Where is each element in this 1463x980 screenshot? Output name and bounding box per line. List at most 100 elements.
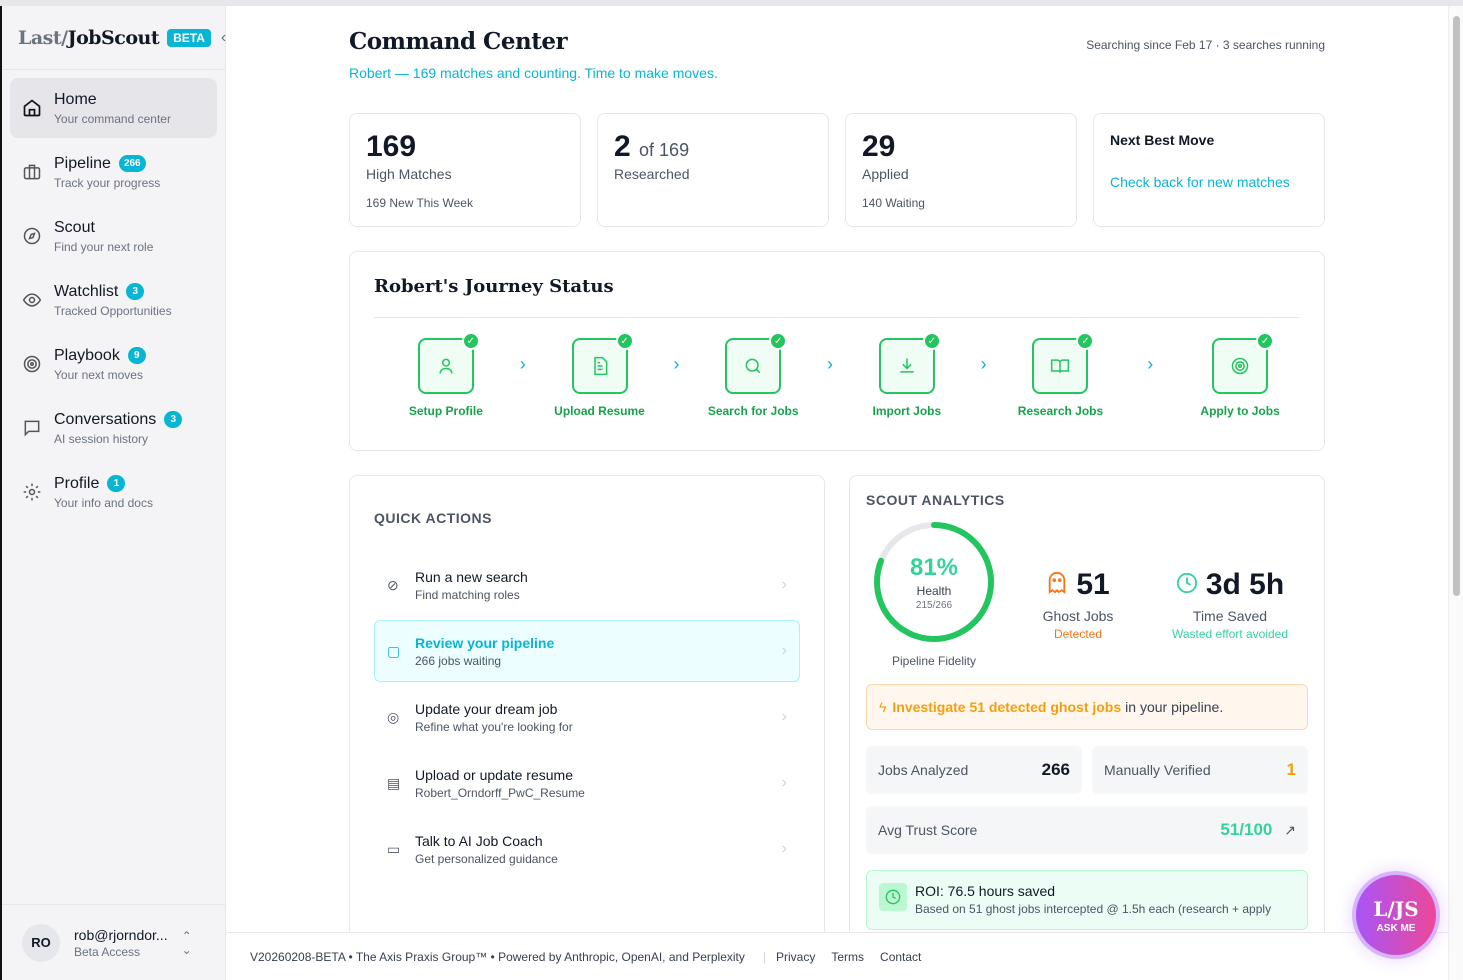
sidebar-item-conversations[interactable]: Conversations3AI session history — [10, 398, 217, 458]
quick-action-item[interactable]: ▢Review your pipeline266 jobs waiting› — [374, 620, 800, 682]
contact-link[interactable]: Contact — [880, 950, 921, 964]
sidebar-item-profile[interactable]: Profile1Your info and docs — [10, 462, 217, 522]
book-icon — [1050, 356, 1070, 376]
nav-title: Conversations — [54, 411, 156, 429]
journey-step[interactable]: ✓Research Jobs — [1001, 338, 1121, 418]
chevron-updown-icon: ⌃⌄ — [182, 929, 192, 957]
time-saved-metric: 3d 5h Time Saved Wasted effort avoided — [1154, 568, 1306, 641]
roi-title: ROI: 76.5 hours saved — [915, 883, 1271, 899]
search-status: Searching since Feb 17 · 3 searches runn… — [1086, 38, 1325, 52]
nav-title: Scout — [54, 219, 153, 237]
user-menu[interactable]: RO rob@rjorndor...Beta Access ⌃⌄ — [2, 904, 226, 980]
tile-value: 266 — [1042, 760, 1070, 780]
step-label: Setup Profile — [409, 404, 483, 418]
clock-icon — [1176, 568, 1198, 602]
sidebar-item-watchlist[interactable]: Watchlist3Tracked Opportunities — [10, 270, 217, 330]
stat-label: High Matches — [366, 166, 564, 182]
quick-action-item[interactable]: ⊘Run a new searchFind matching roles› — [374, 554, 800, 616]
step-icon-box: ✓ — [572, 338, 628, 394]
nav-subtitle: Your info and docs — [54, 496, 153, 510]
quick-action-item[interactable]: ◎Update your dream jobRefine what you're… — [374, 686, 800, 748]
journey-step[interactable]: ✓ Upload Resume — [540, 338, 660, 418]
quick-action-item[interactable]: ▭Talk to AI Job CoachGet personalized gu… — [374, 818, 800, 880]
stat-label: Researched — [614, 166, 812, 182]
sidebar-item-pipeline[interactable]: Pipeline266Track your progress — [10, 142, 217, 202]
sidebar-item-home[interactable]: HomeYour command center — [10, 78, 217, 138]
quick-action-sub: Find matching roles — [415, 588, 528, 602]
search-icon — [743, 356, 763, 376]
roi-banner: ROI: 76.5 hours saved Based on 51 ghost j… — [866, 870, 1308, 930]
step-icon-box: ✓ — [1032, 338, 1088, 394]
time-saved-value: 3d 5h — [1206, 568, 1284, 602]
nav-subtitle: Your next moves — [54, 368, 146, 382]
check-icon: ✓ — [462, 332, 480, 350]
count-badge: 1 — [107, 475, 125, 492]
compass-icon — [22, 226, 42, 246]
quick-action-title: Upload or update resume — [415, 767, 585, 783]
stats-row: 169 High Matches 169 New This Week 2 of … — [349, 113, 1325, 227]
health-count: 215/266 — [916, 600, 952, 611]
tile-label: Manually Verified — [1104, 762, 1211, 778]
logo[interactable]: Last/JobScout BETA ‹ — [2, 6, 225, 70]
main-content: Command Center Robert — 169 matches and … — [349, 6, 1325, 955]
nav-title: Pipeline — [54, 155, 111, 173]
clock-icon — [879, 883, 907, 911]
chat-icon — [22, 418, 42, 438]
logo-text-jobscout: JobScout — [68, 27, 160, 49]
chat-icon: ▭ — [387, 841, 405, 858]
tile-label: Jobs Analyzed — [878, 762, 968, 778]
chevron-right-icon: › — [659, 354, 693, 375]
step-label: Import Jobs — [873, 404, 942, 418]
compass-icon: ⊘ — [387, 577, 405, 594]
sidebar-nav: HomeYour command center Pipeline266Track… — [2, 70, 225, 534]
quick-action-title: Update your dream job — [415, 701, 573, 717]
tile-value: 1 — [1287, 760, 1296, 780]
jobs-analyzed-tile: Jobs Analyzed 266 — [866, 746, 1082, 794]
quick-action-title: Review your pipeline — [415, 635, 554, 651]
user-icon — [436, 356, 456, 376]
logo-text-last: Last/ — [18, 27, 68, 49]
eye-icon — [22, 290, 42, 310]
briefcase-icon — [22, 162, 42, 182]
alert-link[interactable]: Investigate 51 detected ghost jobs — [892, 699, 1121, 715]
collapse-sidebar-icon[interactable]: ‹ — [221, 29, 226, 47]
pipeline-fidelity-label: Pipeline Fidelity — [866, 654, 1002, 668]
next-best-move-link[interactable]: Check back for new matches — [1110, 174, 1308, 190]
journey-step[interactable]: ✓Apply to Jobs — [1180, 338, 1300, 418]
manually-verified-tile: Manually Verified 1 — [1092, 746, 1308, 794]
nav-subtitle: Tracked Opportunities — [54, 304, 172, 318]
check-icon: ✓ — [923, 332, 941, 350]
journey-step[interactable]: ✓ Import Jobs — [847, 338, 967, 418]
privacy-link[interactable]: Privacy — [776, 950, 815, 964]
stat-card-researched[interactable]: 2 of 169 Researched — [597, 113, 829, 227]
journey-step[interactable]: ✓Search for Jobs — [693, 338, 813, 418]
quick-action-sub: Get personalized guidance — [415, 852, 558, 866]
roi-sub: Based on 51 ghost jobs intercepted @ 1.5… — [915, 902, 1271, 916]
sidebar-item-playbook[interactable]: Playbook9Your next moves — [10, 334, 217, 394]
stat-value: 169 — [366, 130, 564, 164]
ghost-jobs-alert[interactable]: ϟ Investigate 51 detected ghost jobs in … — [866, 684, 1308, 730]
nav-title: Home — [54, 91, 171, 109]
journey-step[interactable]: ✓ Setup Profile — [386, 338, 506, 418]
check-icon: ✓ — [769, 332, 787, 350]
stat-label: Applied — [862, 166, 1060, 182]
stat-card-applied[interactable]: 29 Applied 140 Waiting — [845, 113, 1077, 227]
count-badge: 3 — [126, 283, 144, 300]
terms-link[interactable]: Terms — [831, 950, 864, 964]
quick-action-item[interactable]: ▤Upload or update resumeRobert_Orndorff_… — [374, 752, 800, 814]
user-role: Beta Access — [74, 945, 168, 959]
count-badge: 3 — [164, 411, 182, 428]
scrollbar[interactable] — [1448, 6, 1463, 980]
chevron-right-icon: › — [782, 642, 787, 660]
sidebar-item-scout[interactable]: ScoutFind your next role — [10, 206, 217, 266]
ask-me-button[interactable]: L/JS ASK ME — [1352, 871, 1440, 959]
ghost-icon — [1046, 568, 1068, 602]
stat-card-matches[interactable]: 169 High Matches 169 New This Week — [349, 113, 581, 227]
step-icon-box: ✓ — [1212, 338, 1268, 394]
nav-title: Playbook — [54, 347, 120, 365]
step-label: Upload Resume — [554, 404, 645, 418]
step-icon-box: ✓ — [418, 338, 474, 394]
step-icon-box: ✓ — [879, 338, 935, 394]
chevron-right-icon: › — [782, 576, 787, 594]
scrollbar-thumb[interactable] — [1453, 16, 1460, 596]
